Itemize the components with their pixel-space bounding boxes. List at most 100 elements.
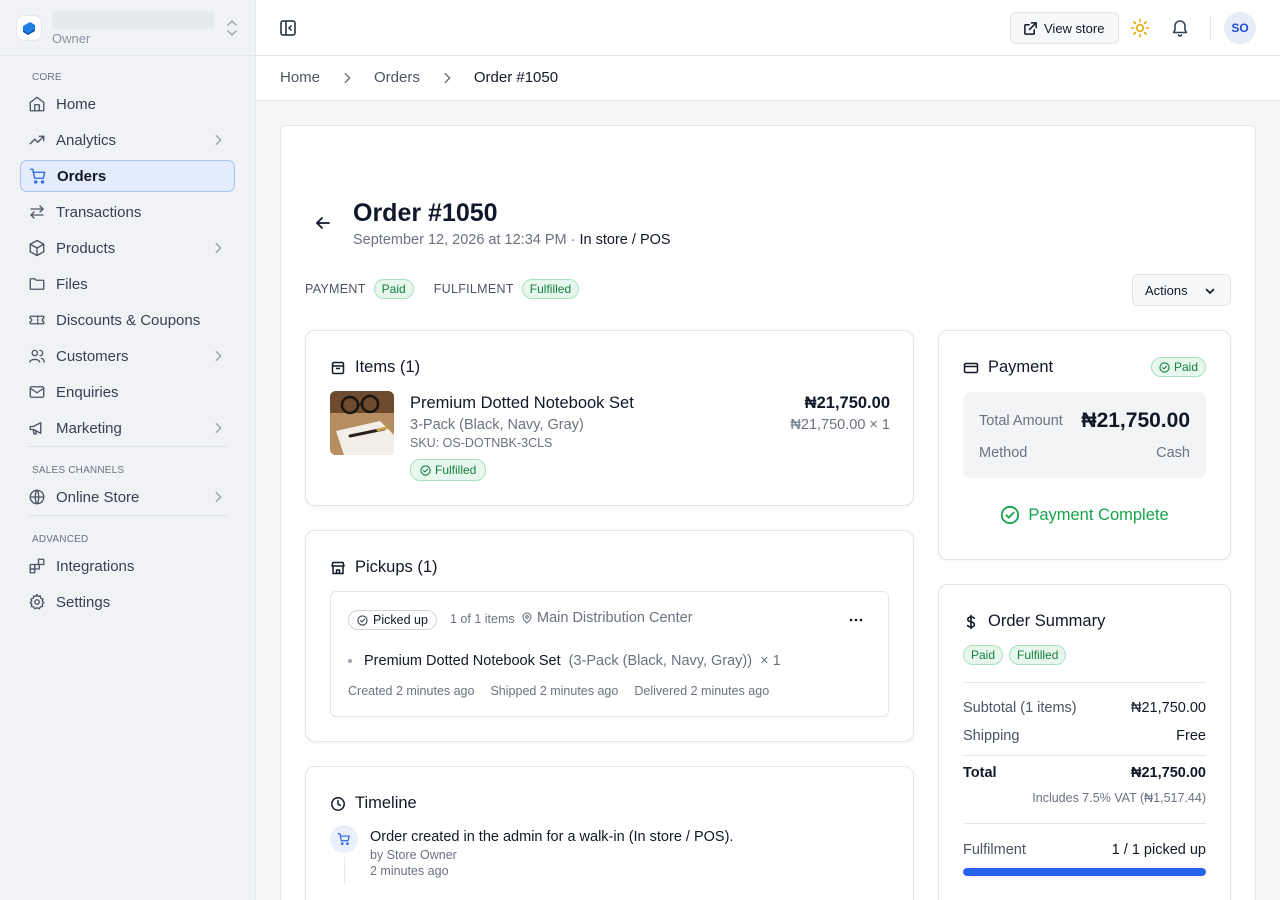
fulfilment-label: Fulfilment bbox=[963, 842, 1026, 858]
sidebar-item-label: Online Store bbox=[56, 488, 140, 506]
sidebar-item-files[interactable]: Files bbox=[20, 268, 235, 300]
breadcrumb-current: Order #1050 bbox=[473, 69, 559, 86]
top-bar: View store SO bbox=[256, 0, 1280, 56]
store-name-placeholder bbox=[52, 10, 214, 29]
summary-card-title: Order Summary bbox=[988, 612, 1106, 630]
shipping-row: Shipping Free bbox=[963, 728, 1206, 744]
breadcrumb-orders[interactable]: Orders bbox=[374, 69, 420, 86]
sidebar-item-label: Files bbox=[56, 275, 88, 293]
product-thumbnail[interactable] bbox=[330, 391, 394, 455]
summary-status-badges: Paid Fulfilled bbox=[963, 645, 1072, 665]
pickup-created: Created 2 minutes ago bbox=[348, 684, 475, 698]
sidebar-item-online-store[interactable]: Online Store bbox=[20, 481, 235, 513]
chevron-right-icon bbox=[215, 422, 222, 434]
pickup-timestamps: Created 2 minutes ago Shipped 2 minutes … bbox=[348, 684, 785, 698]
pickup-line-quantity: × 1 bbox=[760, 653, 781, 669]
total-amount-label: Total Amount bbox=[979, 413, 1063, 429]
store-icon bbox=[331, 561, 345, 574]
item-status-label: Fulfilled bbox=[435, 463, 477, 477]
payment-complete-label: Payment Complete bbox=[1028, 505, 1169, 524]
items-card: Items (1) Premium Dotted Notebook Set 3-… bbox=[305, 330, 914, 506]
breadcrumb-home[interactable]: Home bbox=[280, 69, 320, 86]
sidebar-item-customers[interactable]: Customers bbox=[20, 340, 235, 372]
summary-divider bbox=[963, 823, 1206, 824]
pickup-entry: Picked up 1 of 1 items Main Distribution… bbox=[330, 591, 889, 717]
payment-status-label: PAYMENT bbox=[305, 282, 366, 296]
sidebar-item-marketing[interactable]: Marketing bbox=[20, 412, 235, 444]
payment-method-value: Cash bbox=[1156, 445, 1190, 461]
subtotal-value: ₦21,750.00 bbox=[1131, 700, 1206, 716]
sidebar-item-discounts[interactable]: Discounts & Coupons bbox=[20, 304, 235, 336]
timeline-connector bbox=[344, 857, 345, 883]
fulfilment-status-badge: Fulfilled bbox=[521, 279, 580, 299]
shipping-label: Shipping bbox=[963, 728, 1020, 744]
mail-icon bbox=[29, 386, 45, 398]
sidebar-item-label: Analytics bbox=[56, 131, 117, 149]
store-role: Owner bbox=[52, 30, 91, 46]
sidebar-item-analytics[interactable]: Analytics bbox=[20, 124, 235, 156]
sun-icon[interactable] bbox=[1130, 18, 1150, 38]
nav-divider bbox=[28, 446, 227, 447]
sidebar-item-orders[interactable]: Orders bbox=[20, 160, 235, 192]
globe-icon bbox=[29, 489, 45, 505]
sidebar-item-label: Products bbox=[56, 239, 116, 257]
sidebar-item-label: Customers bbox=[56, 347, 129, 365]
sidebar-toggle-icon[interactable] bbox=[278, 18, 298, 38]
view-store-label: View store bbox=[1044, 20, 1105, 36]
bullet bbox=[348, 659, 352, 663]
total-label: Total bbox=[963, 765, 997, 781]
payment-complete-status: Payment Complete bbox=[939, 505, 1230, 525]
actions-label: Actions bbox=[1145, 282, 1188, 298]
shipping-value: Free bbox=[1176, 728, 1206, 744]
subtotal-row: Subtotal (1 items) ₦21,750.00 bbox=[963, 700, 1206, 716]
items-card-title: Items (1) bbox=[355, 358, 421, 376]
blocks-icon bbox=[29, 558, 45, 574]
payment-paid-badge: Paid bbox=[1150, 357, 1206, 377]
fulfilment-progress-fill bbox=[963, 868, 1206, 876]
chevron-right-icon bbox=[215, 350, 222, 362]
summary-fulfilled-badge: Fulfilled bbox=[1009, 645, 1067, 665]
order-summary-card: Order Summary Paid Fulfilled Subtotal (1… bbox=[938, 584, 1231, 900]
order-status-row: PAYMENT Paid FULFILMENT Fulfilled bbox=[305, 279, 580, 299]
order-date: September 12, 2026 at 12:34 PM bbox=[353, 232, 567, 248]
package-icon bbox=[331, 361, 345, 374]
megaphone-icon bbox=[29, 422, 42, 435]
back-arrow-icon[interactable] bbox=[314, 214, 332, 232]
sidebar-item-transactions[interactable]: Transactions bbox=[20, 196, 235, 228]
pickup-line-variant: (3-Pack (Black, Navy, Gray)) bbox=[568, 653, 753, 669]
nav-section-core: CORE bbox=[32, 72, 62, 83]
chevron-right-icon bbox=[215, 491, 222, 503]
sidebar-item-enquiries[interactable]: Enquiries bbox=[20, 376, 235, 408]
view-store-button[interactable]: View store bbox=[1010, 12, 1119, 44]
check-circle-icon bbox=[357, 614, 368, 626]
chevron-right-icon bbox=[215, 242, 222, 254]
more-horizontal-icon[interactable] bbox=[848, 612, 864, 628]
payment-status-badge: Paid bbox=[373, 279, 414, 299]
avatar[interactable]: SO bbox=[1224, 12, 1256, 44]
sidebar-item-settings[interactable]: Settings bbox=[20, 586, 235, 618]
sidebar-item-integrations[interactable]: Integrations bbox=[20, 550, 235, 582]
sidebar-item-home[interactable]: Home bbox=[20, 88, 235, 120]
clock-icon bbox=[331, 796, 345, 811]
breadcrumb-bar: Home Orders Order #1050 bbox=[256, 56, 1280, 101]
sidebar-item-products[interactable]: Products bbox=[20, 232, 235, 264]
pickup-item-count: 1 of 1 items bbox=[450, 612, 515, 626]
pickups-card: Pickups (1) Picked up 1 of 1 items Main … bbox=[305, 530, 914, 742]
timeline-event-text: Order created in the admin for a walk-in… bbox=[370, 829, 734, 845]
nav-divider bbox=[28, 515, 227, 516]
sidebar-item-label: Integrations bbox=[56, 557, 135, 575]
actions-dropdown-button[interactable]: Actions bbox=[1132, 274, 1231, 306]
sidebar-item-label: Home bbox=[56, 95, 97, 113]
gear-icon bbox=[29, 593, 45, 610]
item-sku: SKU: OS-DOTNBK-3CLS bbox=[410, 436, 553, 450]
bell-icon[interactable] bbox=[1170, 18, 1190, 38]
shopping-cart-icon bbox=[29, 168, 46, 184]
item-name[interactable]: Premium Dotted Notebook Set bbox=[410, 394, 634, 413]
fulfilment-row: Fulfilment 1 / 1 picked up bbox=[963, 842, 1206, 858]
total-value: ₦21,750.00 bbox=[1131, 765, 1206, 781]
timeline-card: Timeline Order created in the admin for … bbox=[305, 766, 914, 900]
payment-card-header: Payment bbox=[963, 358, 1053, 377]
summary-card-header: Order Summary bbox=[963, 612, 1105, 631]
store-switcher[interactable]: Owner bbox=[16, 8, 240, 48]
total-row: Total ₦21,750.00 bbox=[963, 765, 1206, 781]
